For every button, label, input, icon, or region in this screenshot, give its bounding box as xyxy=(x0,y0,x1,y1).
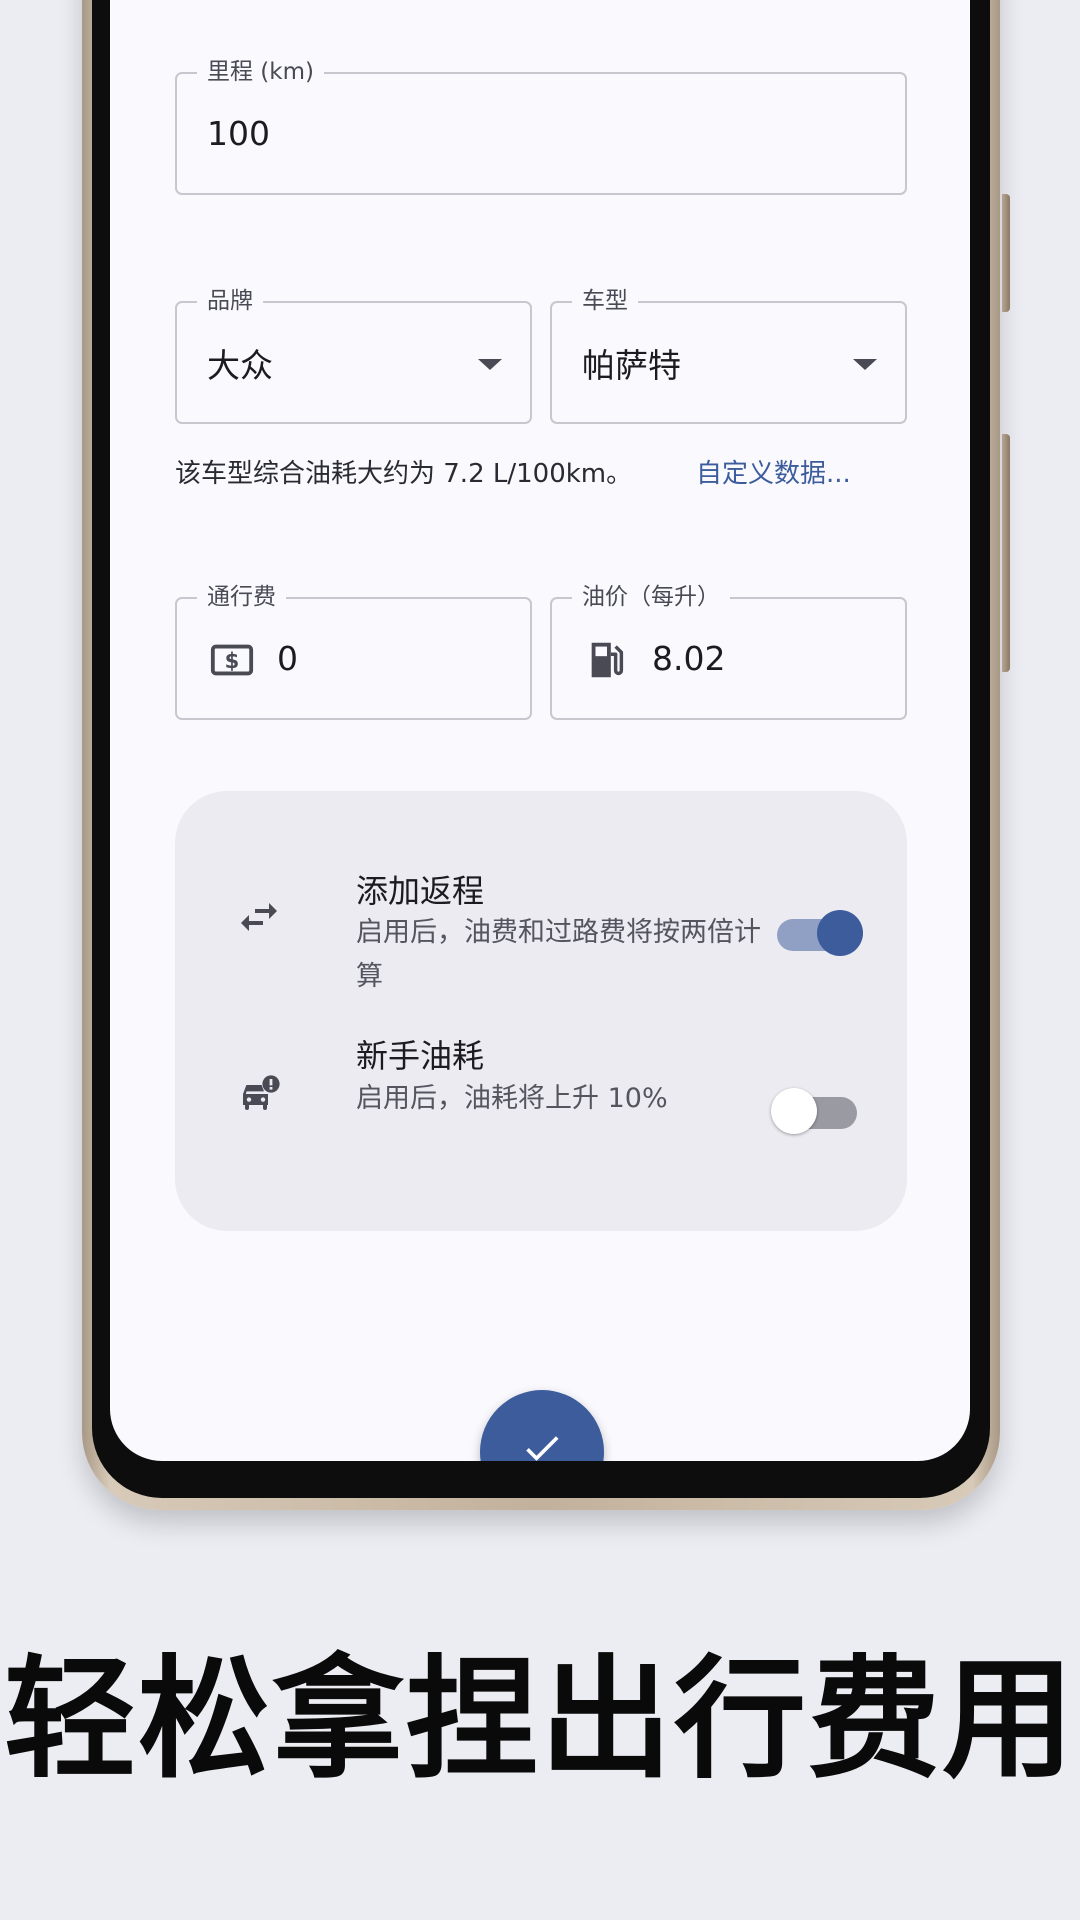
brand-value: 大众 xyxy=(207,345,273,385)
money-icon: $ xyxy=(210,644,254,676)
chevron-down-icon[interactable] xyxy=(853,359,877,370)
gas-station-icon xyxy=(591,642,624,678)
swap-arrows-icon xyxy=(241,903,277,931)
custom-data-link[interactable]: 自定义数据... xyxy=(696,453,851,490)
distance-value[interactable]: 100 xyxy=(207,74,270,193)
options-card: 添加返程 启用后，油费和过路费将按两倍计算 新手油耗 启用后，油耗将上升 10% xyxy=(175,791,907,1231)
toggle-knob xyxy=(771,1088,817,1134)
car-alert-icon xyxy=(243,1075,280,1110)
model-dropdown[interactable]: 车型 帕萨特 xyxy=(550,288,907,424)
svg-text:$: $ xyxy=(225,648,240,673)
chevron-down-icon[interactable] xyxy=(478,359,502,370)
toll-field[interactable]: 通行费 $ 0 xyxy=(175,584,532,720)
novice-driver-toggle[interactable] xyxy=(771,1088,857,1134)
fuel-price-field[interactable]: 油价（每升） 8.02 xyxy=(550,584,907,720)
fuel-price-value[interactable]: 8.02 xyxy=(652,599,725,718)
brand-dropdown[interactable]: 品牌 大众 xyxy=(175,288,532,424)
toll-value[interactable]: 0 xyxy=(277,599,298,718)
phone-side-button xyxy=(1002,194,1010,312)
return-trip-title: 添加返程 xyxy=(356,872,485,910)
return-trip-toggle[interactable] xyxy=(777,910,863,956)
novice-driver-title: 新手油耗 xyxy=(356,1037,485,1075)
toggle-knob xyxy=(817,910,863,956)
phone-volume-button xyxy=(1002,434,1010,672)
app-screen: 里程 (km) 100 品牌 大众 车型 帕萨特 该车型综合油耗大约为 7.2 … xyxy=(110,0,970,1461)
check-icon xyxy=(526,1436,559,1461)
toll-label: 通行费 xyxy=(197,584,286,610)
distance-field[interactable]: 里程 (km) 100 xyxy=(175,59,907,195)
consumption-hint: 该车型综合油耗大约为 7.2 L/100km。 xyxy=(175,459,633,489)
promo-caption: 轻松拿捏出行费用 xyxy=(4,1643,1076,1797)
return-trip-description: 启用后，油费和过路费将按两倍计算 xyxy=(356,917,761,992)
novice-driver-description: 启用后，油耗将上升 10% xyxy=(356,1083,668,1114)
confirm-fab[interactable] xyxy=(480,1390,604,1461)
model-value: 帕萨特 xyxy=(582,345,681,385)
